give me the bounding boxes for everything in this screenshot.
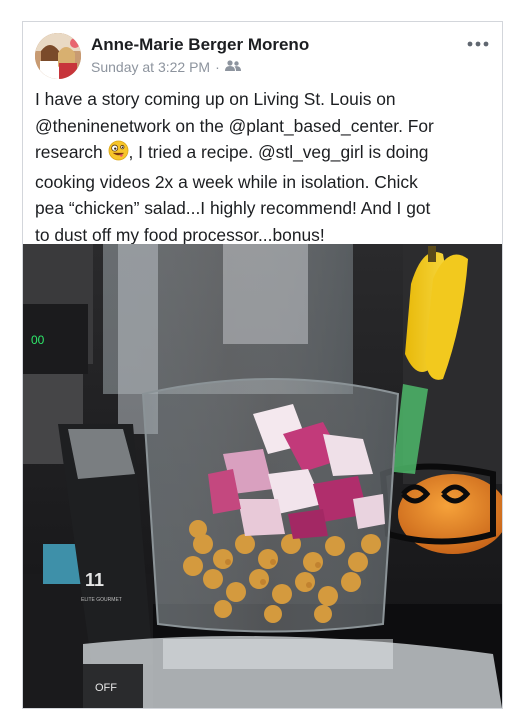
post-text-fragment: , I tried a recipe. @stl_veg_girl is doi… [128,142,429,163]
avatar-image [35,33,81,79]
meta-separator: · [215,59,220,75]
post-text-line: cooking videos 2x a week while in isolat… [35,171,418,192]
more-options-button[interactable] [466,34,490,54]
food-processor-photo: 00 11 ELITE GOURMET OFF [23,244,502,708]
svg-text:00: 00 [31,333,45,347]
bowl-capacity-label: 11 [85,570,104,590]
post-timestamp[interactable]: Sunday at 3:22 PM [91,59,210,75]
post-meta: Sunday at 3:22 PM · [91,59,241,75]
avatar[interactable] [35,33,81,79]
post-photo[interactable]: 00 11 ELITE GOURMET OFF [23,244,502,708]
friends-icon [224,59,241,75]
post-text-fragment: research [35,142,108,163]
post-text-line: pea “chicken” salad...I highly recommend… [35,198,431,219]
ellipsis-icon [467,41,489,47]
post-text-line: research , I tried a recipe. @stl_veg_gi… [35,139,495,169]
post-header: Anne-Marie Berger Moreno Sunday at 3:22 … [23,22,502,84]
post-text-line: I have a story coming up on Living St. L… [35,89,396,109]
post-text-line: @theninenetwork on the @plant_based_cent… [35,115,434,136]
bowl-brand-label: ELITE GOURMET [81,597,122,603]
zany-face-emoji-icon [108,140,129,169]
processor-off-button-label: OFF [95,682,117,694]
author-name[interactable]: Anne-Marie Berger Moreno [91,35,309,55]
post-card: Anne-Marie Berger Moreno Sunday at 3:22 … [22,21,503,709]
post-text: I have a story coming up on Living St. L… [35,86,495,249]
